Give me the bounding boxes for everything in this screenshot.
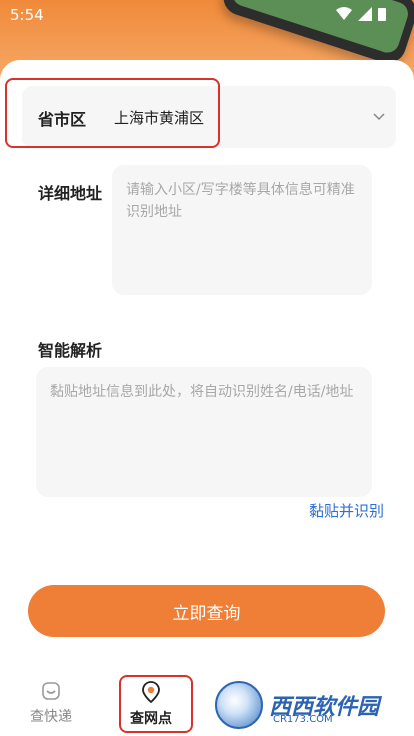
smart-parse-input[interactable] — [50, 381, 358, 483]
package-icon — [42, 682, 60, 700]
watermark-subtext: CR173.COM — [273, 714, 333, 725]
tab-express[interactable]: 查快递 — [30, 680, 72, 726]
battery-icon — [378, 8, 386, 21]
detail-address-box — [112, 165, 372, 295]
form-card — [0, 60, 414, 670]
tab-express-label: 查快递 — [30, 709, 72, 725]
watermark-circle-icon — [215, 681, 263, 729]
watermark-logo: 西西软件园 CR173.COM — [215, 680, 410, 730]
detail-address-input[interactable] — [126, 179, 358, 281]
signal-icon — [358, 7, 372, 21]
status-bar: 5:54 — [0, 0, 414, 30]
detail-address-label: 详细地址 — [38, 184, 103, 203]
paste-and-recognize-link[interactable]: 黏贴并识别 — [309, 500, 384, 521]
status-time: 5:54 — [10, 6, 44, 24]
wifi-icon — [336, 7, 352, 20]
highlight-box-tab — [119, 675, 193, 733]
status-icons — [336, 7, 386, 21]
highlight-box-region — [5, 78, 220, 148]
smart-parse-box — [36, 367, 372, 497]
query-now-button[interactable]: 立即查询 — [28, 585, 385, 637]
chevron-down-icon[interactable] — [372, 109, 386, 123]
smart-parse-label: 智能解析 — [38, 341, 103, 360]
